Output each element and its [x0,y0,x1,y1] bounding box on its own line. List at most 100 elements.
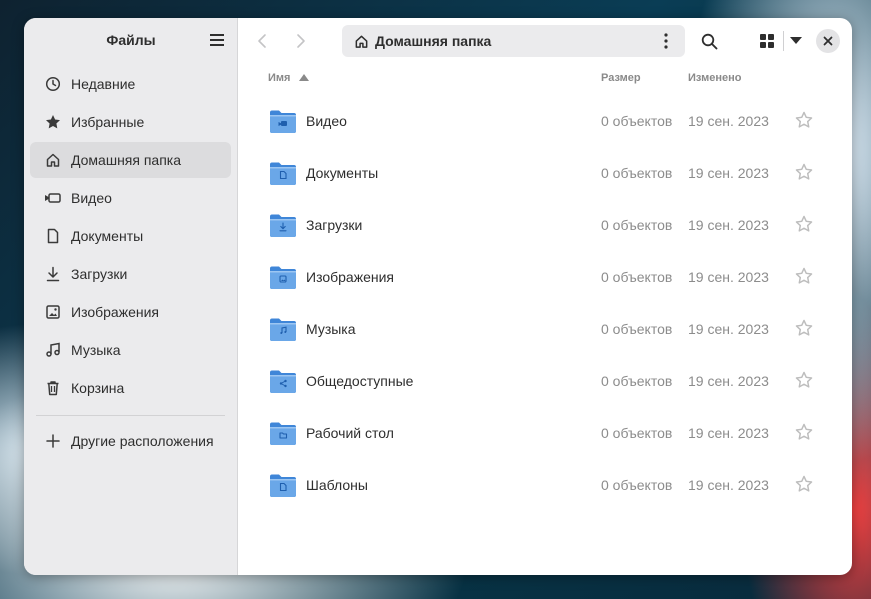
camera-icon [44,189,62,207]
file-size: 0 объектов [601,425,673,441]
view-options-button[interactable] [785,27,807,55]
sort-ascending-icon [298,74,309,81]
file-name: Шаблоны [306,477,368,493]
column-header-name[interactable]: Имя [268,72,309,84]
plus-icon [44,432,62,450]
file-row[interactable]: Загрузки 0 объектов 19 сен. 2023 [238,210,852,262]
folder-icon [270,422,296,445]
file-name: Загрузки [306,217,363,233]
sidebar-item-label: Документы [71,228,144,244]
folder-menu-button[interactable] [657,32,675,50]
hamburger-icon [210,34,224,46]
image-icon [44,303,62,321]
caret-down-icon [790,37,802,44]
star-icon [44,113,62,131]
sidebar-item-music[interactable]: Музыка [30,332,231,368]
file-modified: 19 сен. 2023 [688,113,769,129]
grid-view-icon [760,34,774,48]
star-icon[interactable] [795,423,813,441]
trash-icon [44,379,62,397]
column-header-modified[interactable]: Изменено [688,72,741,84]
sidebar-item-documents[interactable]: Документы [30,218,231,254]
sidebar-item-videos[interactable]: Видео [30,180,231,216]
kebab-menu-icon [664,33,668,49]
sidebar: Файлы Недавние Избранные Домашняя папка … [24,18,238,575]
file-name: Музыка [306,321,356,337]
sidebar-item-starred[interactable]: Избранные [30,104,231,140]
main-content: Домашняя папка Имя Размер Изменено Видео… [238,18,852,575]
path-bar-label: Домашняя папка [375,33,492,49]
files-window: Файлы Недавние Избранные Домашняя папка … [24,18,852,575]
sidebar-places: Недавние Избранные Домашняя папка Видео [24,66,237,459]
file-list: Видео 0 объектов 19 сен. 2023 Документы … [238,106,852,522]
view-grid-button[interactable] [753,27,781,55]
file-size: 0 объектов [601,321,673,337]
column-headers: Имя Размер Изменено [238,68,852,88]
file-row[interactable]: Видео 0 объектов 19 сен. 2023 [238,106,852,158]
folder-icon [270,266,296,289]
search-button[interactable] [695,27,723,55]
sidebar-header: Файлы [24,18,237,64]
file-size: 0 объектов [601,373,673,389]
folder-icon [270,110,296,133]
chevron-right-icon [297,34,305,48]
sidebar-item-label: Другие расположения [71,433,214,449]
file-modified: 19 сен. 2023 [688,321,769,337]
sidebar-item-other-locations[interactable]: Другие расположения [30,423,231,459]
star-icon[interactable] [795,267,813,285]
back-button[interactable] [248,27,276,55]
file-name: Рабочий стол [306,425,394,441]
file-name: Видео [306,113,347,129]
file-name: Документы [306,165,379,181]
sidebar-divider [36,415,225,416]
folder-icon [270,318,296,341]
close-window-button[interactable] [816,29,840,53]
sidebar-item-label: Избранные [71,114,145,130]
music-icon [44,341,62,359]
sidebar-item-home[interactable]: Домашняя папка [30,142,231,178]
star-icon[interactable] [795,111,813,129]
folder-icon [270,214,296,237]
sidebar-item-trash[interactable]: Корзина [30,370,231,406]
file-row[interactable]: Музыка 0 объектов 19 сен. 2023 [238,314,852,366]
file-modified: 19 сен. 2023 [688,165,769,181]
folder-icon [270,370,296,393]
search-icon [701,33,717,49]
file-row[interactable]: Изображения 0 объектов 19 сен. 2023 [238,262,852,314]
file-row[interactable]: Документы 0 объектов 19 сен. 2023 [238,158,852,210]
file-modified: 19 сен. 2023 [688,269,769,285]
folder-icon [270,162,296,185]
path-bar[interactable]: Домашняя папка [342,25,685,57]
sidebar-item-label: Корзина [71,380,125,396]
sidebar-item-label: Домашняя папка [71,152,182,168]
file-row[interactable]: Шаблоны 0 объектов 19 сен. 2023 [238,470,852,522]
sidebar-item-pictures[interactable]: Изображения [30,294,231,330]
star-icon[interactable] [795,371,813,389]
main-menu-button[interactable] [203,26,231,54]
file-modified: 19 сен. 2023 [688,217,769,233]
file-row[interactable]: Рабочий стол 0 объектов 19 сен. 2023 [238,418,852,470]
file-row[interactable]: Общедоступные 0 объектов 19 сен. 2023 [238,366,852,418]
file-name: Общедоступные [306,373,414,389]
file-size: 0 объектов [601,113,673,129]
forward-button[interactable] [287,27,315,55]
document-icon [44,227,62,245]
home-icon [355,35,368,48]
clock-icon [44,75,62,93]
sidebar-item-label: Музыка [71,342,121,358]
star-icon[interactable] [795,319,813,337]
sidebar-item-recent[interactable]: Недавние [30,66,231,102]
star-icon[interactable] [795,163,813,181]
star-icon[interactable] [795,215,813,233]
close-icon [823,36,833,46]
file-size: 0 объектов [601,217,673,233]
sidebar-item-label: Видео [71,190,112,206]
header-bar: Домашняя папка [238,18,852,64]
file-modified: 19 сен. 2023 [688,373,769,389]
sidebar-item-downloads[interactable]: Загрузки [30,256,231,292]
file-size: 0 объектов [601,269,673,285]
file-name: Изображения [306,269,394,285]
column-header-size[interactable]: Размер [601,72,641,84]
star-icon[interactable] [795,475,813,493]
file-modified: 19 сен. 2023 [688,425,769,441]
